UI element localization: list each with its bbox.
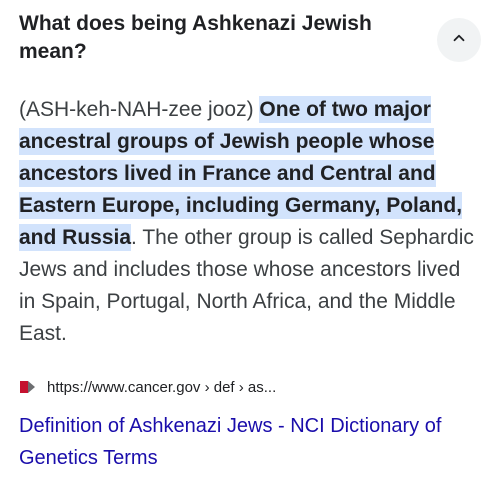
question-title[interactable]: What does being Ashkenazi Jewish mean? [19, 10, 399, 66]
pronunciation-text: (ASH-keh-NAH-zee jooz) [19, 98, 254, 121]
source-url[interactable]: https://www.cancer.gov › def › as... [47, 379, 276, 396]
source-citation[interactable]: https://www.cancer.gov › def › as... [19, 376, 481, 398]
result-title-link[interactable]: Definition of Ashkenazi Jews - NCI Dicti… [19, 410, 489, 474]
answer-snippet: (ASH-keh-NAH-zee jooz) One of two major … [19, 94, 481, 350]
cancer-gov-favicon-icon [19, 378, 37, 396]
chevron-up-icon [450, 29, 468, 52]
collapse-button[interactable] [437, 18, 481, 62]
question-row[interactable]: What does being Ashkenazi Jewish mean? [19, 10, 481, 80]
